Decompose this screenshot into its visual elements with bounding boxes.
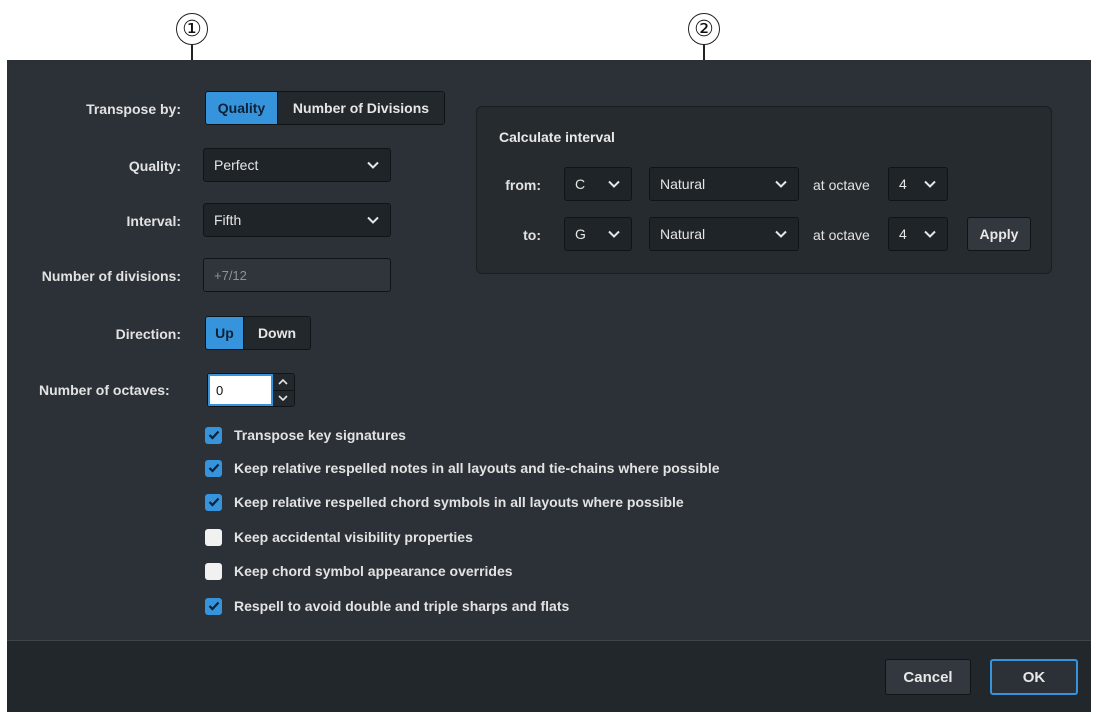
to-accidental-value: Natural <box>660 226 706 242</box>
to-note-dropdown[interactable]: G <box>564 217 632 251</box>
from-octave-dropdown[interactable]: 4 <box>888 167 948 201</box>
from-label: from: <box>505 177 541 193</box>
checkbox-row-respell-sharps-flats[interactable]: Respell to avoid double and triple sharp… <box>205 595 569 617</box>
calculate-interval-title: Calculate interval <box>499 129 615 145</box>
from-octave-value: 4 <box>899 176 907 192</box>
checkmark-icon[interactable] <box>205 426 222 444</box>
octaves-input[interactable]: 0 <box>208 374 273 406</box>
dialog-footer: Cancel OK <box>7 640 1091 712</box>
quality-dropdown[interactable]: Perfect <box>203 148 391 182</box>
checkbox-label: Respell to avoid double and triple sharp… <box>234 598 570 614</box>
octaves-stepper: 0 <box>207 373 295 407</box>
from-note-dropdown[interactable]: C <box>564 167 632 201</box>
transpose-by-label: Transpose by: <box>86 101 181 117</box>
to-accidental-dropdown[interactable]: Natural <box>649 217 799 251</box>
from-accidental-dropdown[interactable]: Natural <box>649 167 799 201</box>
from-note-value: C <box>575 176 586 192</box>
apply-button[interactable]: Apply <box>967 217 1031 251</box>
divisions-field: +7/12 <box>203 258 391 292</box>
to-octave-value: 4 <box>899 226 907 242</box>
octaves-label: Number of octaves: <box>39 382 170 398</box>
transpose-by-toggle: Quality Number of Divisions <box>205 91 445 125</box>
stepper-up-icon[interactable] <box>272 374 294 391</box>
chevron-down-icon <box>367 161 379 169</box>
to-note-value: G <box>575 226 586 242</box>
direction-label: Direction: <box>115 326 181 342</box>
checkmark-icon[interactable] <box>205 597 222 615</box>
divisions-label: Number of divisions: <box>41 268 181 284</box>
transpose-by-quality-option[interactable]: Quality <box>206 92 278 124</box>
chevron-down-icon <box>608 180 620 188</box>
to-octave-label: at octave <box>813 227 870 243</box>
direction-toggle: Up Down <box>205 316 311 350</box>
chevron-down-icon <box>924 180 936 188</box>
checkbox-row-chord-overrides[interactable]: Keep chord symbol appearance overrides <box>205 560 513 582</box>
checkbox-unchecked-icon[interactable] <box>205 562 222 580</box>
checkmark-icon[interactable] <box>205 459 222 477</box>
quality-label: Quality: <box>128 158 181 174</box>
chevron-down-icon <box>775 180 787 188</box>
chevron-down-icon <box>608 230 620 238</box>
stepper-arrows-icon[interactable] <box>272 374 294 407</box>
transpose-dialog: Transpose by: Quality Number of Division… <box>7 60 1091 712</box>
direction-up-option[interactable]: Up <box>206 317 244 349</box>
checkbox-unchecked-icon[interactable] <box>205 528 222 546</box>
stepper-down-icon[interactable] <box>273 391 294 407</box>
chevron-down-icon <box>367 216 379 224</box>
interval-value: Fifth <box>214 212 242 228</box>
to-octave-dropdown[interactable]: 4 <box>888 217 948 251</box>
to-label: to: <box>523 227 541 243</box>
callout-1: ① <box>176 13 208 45</box>
divisions-value: +7/12 <box>214 267 247 283</box>
direction-down-option[interactable]: Down <box>244 317 310 349</box>
quality-value: Perfect <box>214 157 259 173</box>
cancel-button[interactable]: Cancel <box>885 659 971 695</box>
checkmark-icon[interactable] <box>205 493 222 511</box>
transpose-by-divisions-option[interactable]: Number of Divisions <box>278 92 444 124</box>
from-octave-label: at octave <box>813 177 870 193</box>
checkbox-row-respelled-chords[interactable]: Keep relative respelled chord symbols in… <box>205 491 684 513</box>
checkbox-label: Keep relative respelled chord symbols in… <box>234 494 684 510</box>
chevron-down-icon <box>775 230 787 238</box>
from-accidental-value: Natural <box>660 176 706 192</box>
checkbox-row-respelled-notes[interactable]: Keep relative respelled notes in all lay… <box>205 457 720 479</box>
callout-2: ② <box>688 13 720 45</box>
calculate-interval-panel: Calculate interval from: C Natural at oc… <box>476 106 1052 274</box>
checkbox-label: Transpose key signatures <box>234 427 406 443</box>
checkbox-row-accidental-visibility[interactable]: Keep accidental visibility properties <box>205 526 473 548</box>
checkbox-label: Keep chord symbol appearance overrides <box>234 563 513 579</box>
checkbox-row-transpose-key[interactable]: Transpose key signatures <box>205 424 406 446</box>
interval-dropdown[interactable]: Fifth <box>203 203 391 237</box>
ok-button[interactable]: OK <box>990 659 1078 695</box>
checkbox-label: Keep relative respelled notes in all lay… <box>234 460 720 476</box>
interval-label: Interval: <box>126 213 181 229</box>
chevron-down-icon <box>924 230 936 238</box>
checkbox-label: Keep accidental visibility properties <box>234 529 473 545</box>
